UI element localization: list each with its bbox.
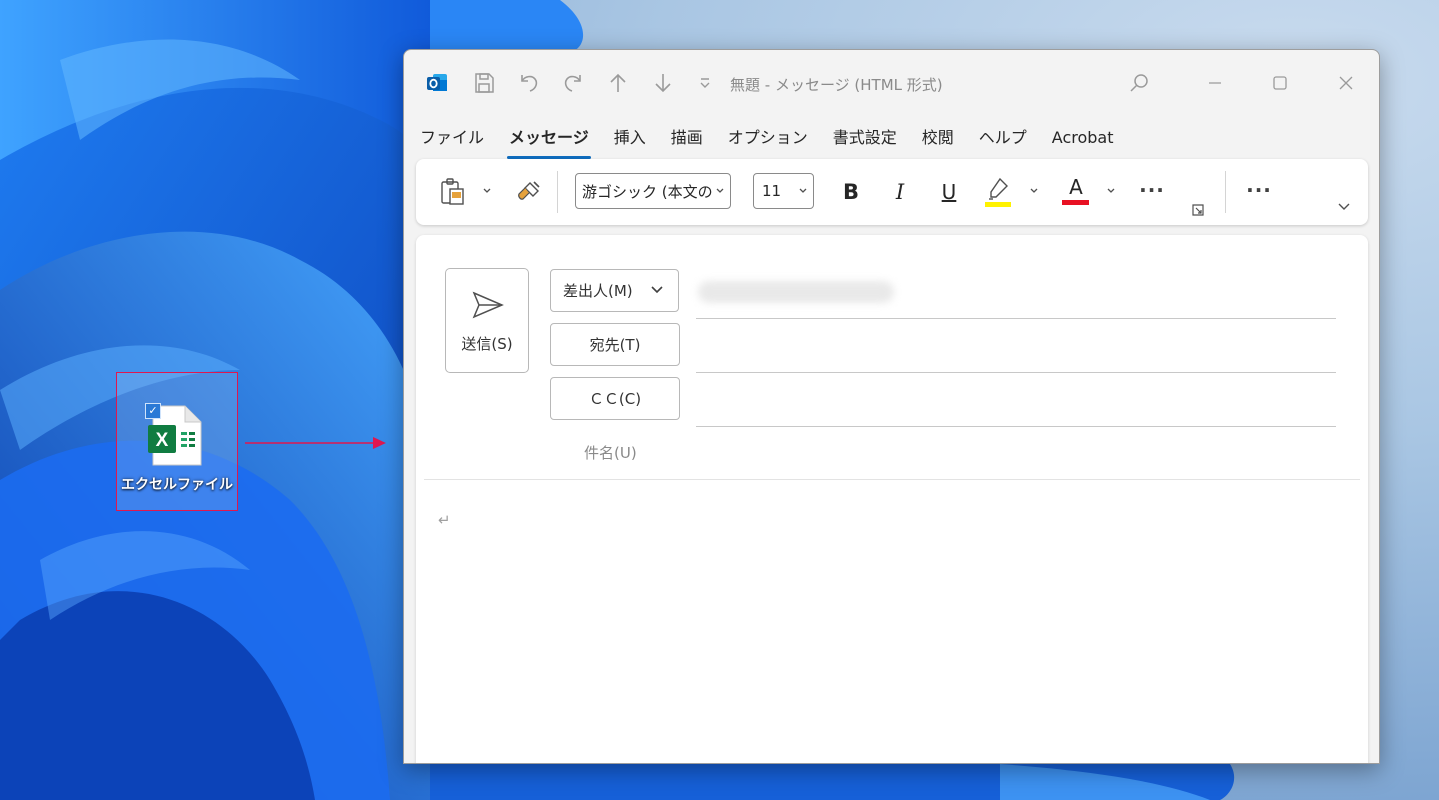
to-button[interactable]: 宛先(T) <box>550 323 680 366</box>
font-name-combobox[interactable]: 游ゴシック (本文の <box>575 173 731 209</box>
svg-text:X: X <box>156 430 169 451</box>
paragraph-mark: ↵ <box>438 511 451 529</box>
from-field-underline <box>696 318 1336 319</box>
window-title: 無題 - メッセージ (HTML 形式) <box>730 76 943 94</box>
font-color-dropdown-chevron-icon[interactable] <box>1103 183 1119 199</box>
highlight-icon[interactable] <box>982 173 1014 211</box>
send-label: 送信(S) <box>461 335 513 353</box>
send-icon <box>472 291 504 319</box>
ribbon-separator <box>557 171 558 213</box>
font-name-value: 游ゴシック (本文の <box>582 182 713 201</box>
tab-help[interactable]: ヘルプ <box>977 126 1029 156</box>
desktop-icon-label: エクセルファイル <box>121 477 233 493</box>
tab-review[interactable]: 校閲 <box>920 126 956 156</box>
dialog-launcher-icon[interactable] <box>1191 203 1205 217</box>
font-color-button[interactable]: A <box>1060 173 1092 211</box>
arrow-up-icon[interactable] <box>603 68 633 98</box>
font-size-value: 11 <box>762 182 782 200</box>
close-button[interactable] <box>1323 68 1369 98</box>
ribbon-separator <box>1225 171 1226 213</box>
outlook-message-window: 無題 - メッセージ (HTML 形式) ファイル メッセージ 挿入 描画 オプ… <box>403 49 1380 764</box>
font-color-swatch <box>1062 200 1089 205</box>
tab-insert[interactable]: 挿入 <box>612 126 648 156</box>
from-address-redacted <box>698 281 894 303</box>
underline-button[interactable]: U <box>934 175 964 209</box>
search-icon[interactable] <box>1116 68 1162 98</box>
redo-icon[interactable] <box>558 68 588 98</box>
arrow-down-icon[interactable] <box>648 68 678 98</box>
cc-field-underline[interactable] <box>696 426 1336 427</box>
paste-dropdown-chevron-icon[interactable] <box>479 183 495 199</box>
tab-message[interactable]: メッセージ <box>507 126 591 159</box>
font-size-combobox[interactable]: 11 <box>753 173 814 209</box>
outlook-icon <box>422 68 452 98</box>
maximize-button[interactable] <box>1257 68 1303 98</box>
bold-button[interactable]: B <box>836 175 866 209</box>
send-button[interactable]: 送信(S) <box>445 268 529 373</box>
compose-area: 送信(S) 差出人(M) 宛先(T) ＣＣ(C) 件名(U) ↵ <box>416 235 1368 763</box>
selected-check-icon: ✓ <box>145 403 161 419</box>
highlight-dropdown-chevron-icon[interactable] <box>1026 183 1042 199</box>
ribbon-toolbar: 游ゴシック (本文の 11 B I U A ··· ··· <box>416 159 1368 225</box>
tab-acrobat[interactable]: Acrobat <box>1050 126 1116 156</box>
header-body-divider <box>424 479 1360 480</box>
format-painter-icon[interactable] <box>514 177 544 207</box>
more-commands-button[interactable]: ··· <box>1242 173 1276 207</box>
more-font-options-button[interactable]: ··· <box>1135 173 1169 207</box>
chevron-down-icon <box>799 188 807 193</box>
subject-label: 件名(U) <box>584 444 637 462</box>
tab-format-text[interactable]: 書式設定 <box>831 126 899 156</box>
save-icon[interactable] <box>469 68 499 98</box>
chevron-down-icon <box>716 188 724 193</box>
from-label: 差出人(M) <box>563 282 633 300</box>
font-color-glyph: A <box>1069 175 1083 199</box>
chevron-down-icon <box>651 286 663 294</box>
drag-arrow-icon <box>245 437 386 449</box>
tab-file[interactable]: ファイル <box>418 126 486 156</box>
paste-icon[interactable] <box>436 175 470 209</box>
title-bar: 無題 - メッセージ (HTML 形式) <box>404 50 1379 120</box>
tab-draw[interactable]: 描画 <box>669 126 705 156</box>
ribbon-tabs: ファイル メッセージ 挿入 描画 オプション 書式設定 校閲 ヘルプ Acrob… <box>418 126 1137 159</box>
expand-ribbon-chevron-icon[interactable] <box>1334 197 1354 217</box>
desktop-icon-excel-file[interactable]: X ✓ エクセルファイル <box>116 372 238 511</box>
to-field-underline[interactable] <box>696 372 1336 373</box>
undo-icon[interactable] <box>514 68 544 98</box>
italic-button[interactable]: I <box>885 175 915 209</box>
customize-toolbar-icon[interactable] <box>690 68 720 98</box>
minimize-button[interactable] <box>1192 68 1238 98</box>
cc-button[interactable]: ＣＣ(C) <box>550 377 680 420</box>
from-button[interactable]: 差出人(M) <box>550 269 679 312</box>
tab-options[interactable]: オプション <box>726 126 810 156</box>
